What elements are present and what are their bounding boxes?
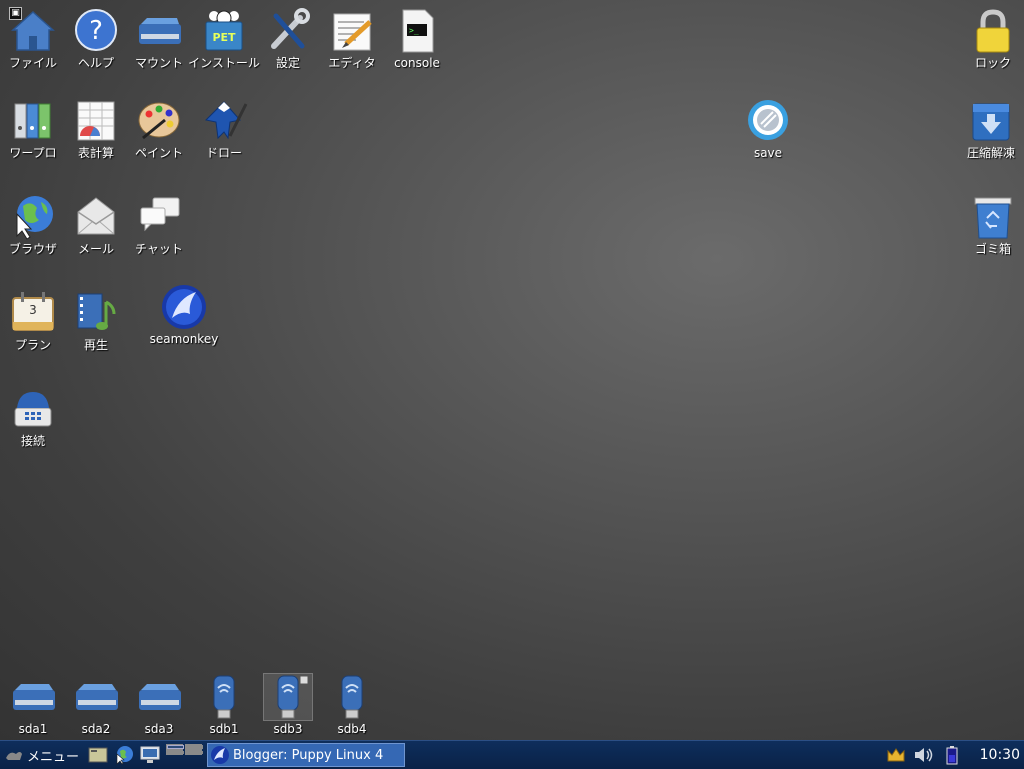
- tray-crown[interactable]: [885, 745, 907, 765]
- hdd-icon: [9, 674, 57, 720]
- globe-icon: [9, 194, 57, 240]
- battery-icon: [946, 746, 958, 765]
- help-icon: ?: [72, 8, 120, 54]
- system-tray: 10:30: [882, 741, 1024, 769]
- palette-icon: [135, 98, 183, 144]
- editor-icon: [328, 8, 376, 54]
- desktop-icon-play[interactable]: 再生: [58, 290, 134, 360]
- desktop-icon-archive[interactable]: 圧縮解凍: [953, 98, 1024, 168]
- usb-drive-icon: [263, 673, 313, 721]
- start-menu-button[interactable]: メニュー: [0, 741, 85, 769]
- terminal-icon: >_: [393, 8, 441, 54]
- desktop-icon-chat[interactable]: チャット: [121, 194, 197, 264]
- workspace-4[interactable]: [186, 750, 204, 754]
- drive-icon: [135, 8, 183, 54]
- svg-text:>_: >_: [409, 26, 419, 35]
- trash-icon: [969, 194, 1017, 240]
- pet-package-icon: PET: [200, 8, 248, 54]
- workspace-1[interactable]: [167, 745, 185, 750]
- svg-text:PET: PET: [212, 31, 236, 44]
- globe-icon: [116, 746, 134, 765]
- archive-icon: [967, 98, 1015, 144]
- desktop-icon-trash[interactable]: ゴミ箱: [955, 194, 1024, 264]
- browser-launcher[interactable]: [113, 744, 135, 766]
- phone-icon: [9, 386, 57, 432]
- desktop-icon-seamonkey[interactable]: seamonkey: [146, 284, 222, 354]
- svg-text:?: ?: [89, 16, 103, 46]
- desktop-icon-save[interactable]: save: [730, 98, 806, 168]
- padlock-icon: [969, 8, 1017, 54]
- menu-label: メニュー: [27, 749, 80, 765]
- show-desktop-launcher[interactable]: [87, 744, 109, 766]
- usb-drive-icon: [328, 674, 376, 720]
- home-icon: [9, 8, 57, 54]
- workspace-2[interactable]: [186, 745, 204, 749]
- media-icon: [72, 290, 120, 336]
- save-icon: [744, 98, 792, 144]
- taskbar: メニュー Blogger: Puppy Linux 4 10:30: [0, 740, 1024, 769]
- tray-battery[interactable]: [941, 745, 963, 765]
- binders-icon: [9, 98, 57, 144]
- tools-icon: [264, 8, 312, 54]
- draw-pen-icon: [200, 98, 248, 144]
- tray-volume[interactable]: [913, 745, 935, 765]
- desktop-icon-console[interactable]: >_ console: [379, 8, 455, 78]
- clock[interactable]: 10:30: [966, 747, 1024, 763]
- desktop-icon-draw[interactable]: ドロー: [186, 98, 262, 168]
- spreadsheet-icon: [72, 98, 120, 144]
- desktop-icon-lock[interactable]: ロック: [955, 8, 1024, 78]
- taskbar-window-button[interactable]: Blogger: Puppy Linux 4: [207, 743, 406, 767]
- calendar-icon: 3: [9, 290, 57, 336]
- chat-icon: [135, 194, 183, 240]
- seamonkey-icon: [160, 284, 208, 330]
- crown-icon: [887, 748, 905, 762]
- workspace-pager[interactable]: [165, 743, 204, 767]
- desktop: ▣ ファイル ? ヘルプ マウント PET インストール 設定 エディタ >_ …: [0, 0, 1024, 740]
- desktop-icon-connect[interactable]: 接続: [0, 386, 71, 456]
- mail-icon: [72, 194, 120, 240]
- taskbar-window-title: Blogger: Puppy Linux 4: [233, 747, 384, 763]
- seamonkey-icon: [211, 746, 230, 764]
- hdd-icon: [72, 674, 120, 720]
- display-launcher[interactable]: [139, 744, 161, 766]
- desktop-folder-icon: [88, 747, 108, 763]
- calendar-day: 3: [29, 303, 37, 317]
- workspace-3[interactable]: [167, 751, 185, 754]
- drive-icon-sdb4[interactable]: sdb4: [314, 674, 390, 740]
- hdd-icon: [135, 674, 183, 720]
- usb-drive-icon: [200, 674, 248, 720]
- monitor-icon: [140, 746, 160, 763]
- speaker-icon: [914, 748, 932, 762]
- puppy-menu-icon: [6, 752, 22, 760]
